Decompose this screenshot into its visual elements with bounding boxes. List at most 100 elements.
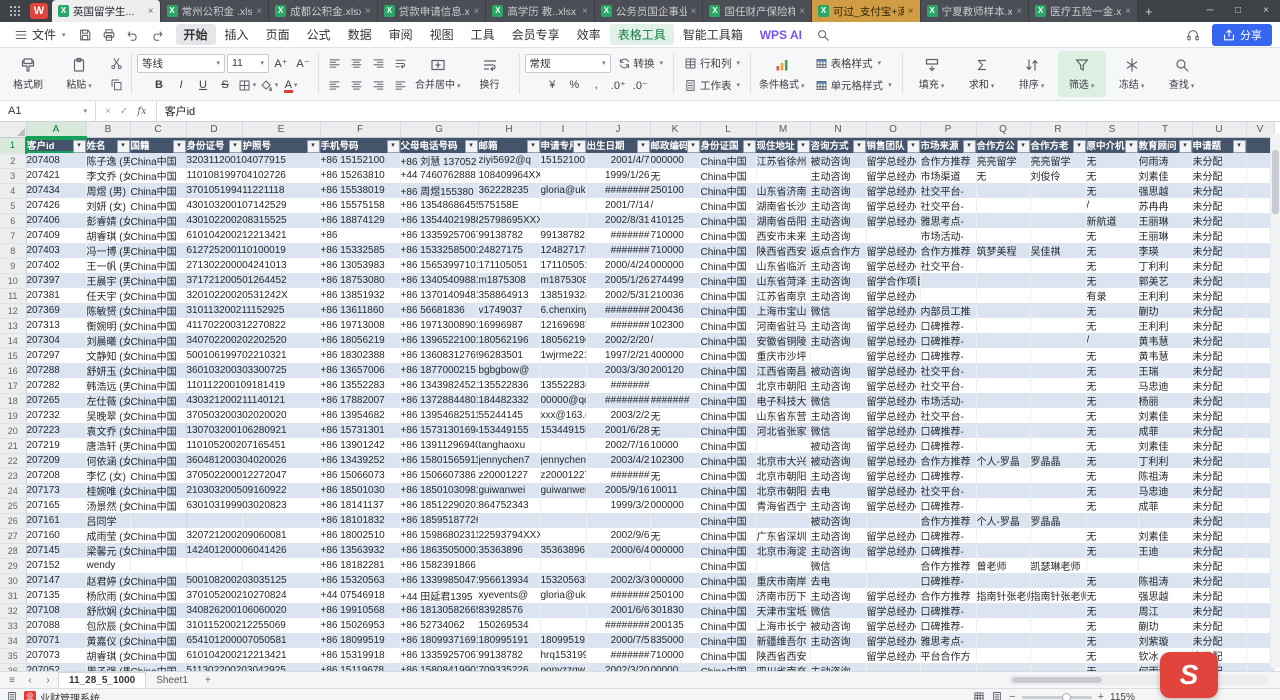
row-header[interactable]: 2 — [0, 153, 26, 168]
cell[interactable]: 北京市朝阳 — [756, 378, 810, 393]
document-tab[interactable]: X高学历 教..xlsx× — [486, 0, 595, 22]
cell[interactable]: 未分配 — [1192, 423, 1246, 438]
cell[interactable]: 207282 — [26, 378, 86, 393]
filter-dropdown-icon[interactable]: ▾ — [1073, 140, 1086, 153]
cell[interactable]: 320721200209060081 — [186, 528, 242, 543]
cell[interactable]: 合作方推荐 — [920, 558, 976, 573]
column-header-I[interactable]: I — [540, 122, 586, 137]
cell[interactable]: +86 周煜155380 — [400, 183, 478, 198]
close-tab-icon[interactable]: × — [365, 6, 371, 17]
cell[interactable]: +86 13359257067 — [400, 648, 478, 663]
cell[interactable]: 留学总经办 — [866, 318, 920, 333]
cell[interactable]: +86 13901242 — [320, 438, 400, 453]
cell[interactable]: 无 — [1086, 423, 1138, 438]
cell[interactable]: China中国 — [130, 393, 186, 408]
close-tab-icon[interactable]: × — [799, 6, 805, 17]
cell[interactable]: China中国 — [130, 603, 186, 618]
cell[interactable] — [920, 273, 976, 288]
cell[interactable]: 未分配 — [1192, 618, 1246, 633]
header-cell[interactable]: ▾邮政编码 — [650, 137, 700, 153]
filter-dropdown-icon[interactable]: ▾ — [687, 140, 700, 153]
column-header-P[interactable]: P — [920, 122, 976, 137]
cell[interactable]: 207288 — [26, 363, 86, 378]
cell[interactable]: 留学总经办 — [866, 408, 920, 423]
filter-dropdown-icon[interactable]: ▾ — [307, 140, 320, 153]
cell[interactable]: +86 19713008 — [320, 318, 400, 333]
cell[interactable]: 171105051 — [540, 258, 586, 273]
cell[interactable]: 无 — [1086, 483, 1138, 498]
cell[interactable] — [976, 363, 1030, 378]
cell[interactable]: 衡婉明 (女) — [86, 318, 130, 333]
cell[interactable]: 无 — [650, 423, 700, 438]
comma-format-button[interactable]: , — [586, 76, 606, 95]
menu-item[interactable]: WPS AI — [752, 26, 810, 44]
cell[interactable]: 李瑛 — [1138, 243, 1192, 258]
cell[interactable]: 10011 — [650, 483, 700, 498]
cell[interactable]: China中国 — [700, 423, 756, 438]
cell[interactable]: 王一帆 (男) — [86, 258, 130, 273]
cell[interactable]: China中国 — [130, 408, 186, 423]
cell[interactable] — [976, 408, 1030, 423]
row-header[interactable]: 15 — [0, 348, 26, 363]
cell[interactable]: 主动咨询 — [810, 498, 866, 513]
cell[interactable]: 留学总经办 — [866, 258, 920, 273]
cell[interactable]: 北京市海淀 — [756, 543, 810, 558]
cell[interactable]: +86 18130582665 — [400, 603, 478, 618]
cell[interactable]: 310115200212255069 — [186, 618, 242, 633]
cell[interactable]: 四川省南充 — [756, 663, 810, 671]
cell[interactable] — [478, 513, 540, 528]
cell[interactable]: 207409 — [26, 228, 86, 243]
cell[interactable]: 110108199704102726 — [186, 168, 242, 183]
cell[interactable]: 无 — [976, 168, 1030, 183]
cell[interactable]: 180562196 — [478, 333, 540, 348]
cell[interactable] — [1030, 318, 1086, 333]
wps-floating-badge[interactable]: S — [1160, 652, 1218, 698]
filter-dropdown-icon[interactable]: ▾ — [1017, 140, 1030, 153]
cell[interactable]: 未分配 — [1192, 438, 1246, 453]
cell[interactable]: 平台合作方 — [920, 648, 976, 663]
cell[interactable]: 王丽琳 — [1138, 228, 1192, 243]
cell[interactable]: / — [1086, 198, 1138, 213]
cell[interactable]: +86 13405409881 — [400, 273, 478, 288]
row-header[interactable]: 11 — [0, 288, 26, 303]
cell[interactable]: +86 52734062 — [400, 618, 478, 633]
cell[interactable]: 苏冉冉 — [1138, 198, 1192, 213]
cell[interactable]: 口碑推荐- — [920, 333, 976, 348]
cell[interactable] — [242, 558, 320, 573]
row-header[interactable]: 34 — [0, 633, 26, 648]
cell[interactable]: 1997/2/21 — [586, 348, 650, 363]
cell[interactable]: +86 15801565911 — [400, 453, 478, 468]
cell[interactable]: 99138782 — [478, 648, 540, 663]
cell[interactable]: +86 13954682 — [320, 408, 400, 423]
cell[interactable]: 主动咨询 — [810, 528, 866, 543]
header-cell[interactable]: ▾现住地址 — [756, 137, 810, 153]
cell[interactable]: 留学总经办 — [866, 483, 920, 498]
cell[interactable]: China中国 — [700, 258, 756, 273]
cell[interactable]: China中国 — [130, 438, 186, 453]
cell[interactable]: 合作方推荐 — [920, 588, 976, 603]
cell[interactable]: 00000@qq — [540, 393, 586, 408]
cell[interactable]: 55244145 — [478, 408, 540, 423]
column-header-B[interactable]: B — [86, 122, 130, 137]
cell[interactable]: 110112200109181419 — [186, 378, 242, 393]
cell[interactable]: +86 13954682511 — [400, 408, 478, 423]
filter-dropdown-icon[interactable]: ▾ — [465, 140, 478, 153]
cell[interactable] — [1030, 438, 1086, 453]
cell[interactable] — [1030, 198, 1086, 213]
cell[interactable]: 内部员工推 — [920, 303, 976, 318]
cell[interactable]: 110105200207165451 — [186, 438, 242, 453]
cell[interactable]: 150269534 — [478, 618, 540, 633]
column-header-K[interactable]: K — [650, 122, 700, 137]
cell[interactable]: 200436 — [650, 303, 700, 318]
cell[interactable]: xxx@163.c — [540, 408, 586, 423]
freeze-button[interactable]: 冻结▾ — [1108, 51, 1156, 97]
cell[interactable]: 留学总经办 — [866, 213, 920, 228]
menu-item[interactable]: 公式 — [299, 24, 339, 45]
column-header-M[interactable]: M — [756, 122, 810, 137]
cell[interactable] — [1086, 558, 1138, 573]
cell[interactable] — [920, 663, 976, 671]
cell[interactable]: 口碑推荐- — [920, 438, 976, 453]
cell[interactable] — [540, 528, 586, 543]
cell[interactable]: guiwanwei — [540, 483, 586, 498]
cell[interactable]: ####### — [586, 378, 650, 393]
